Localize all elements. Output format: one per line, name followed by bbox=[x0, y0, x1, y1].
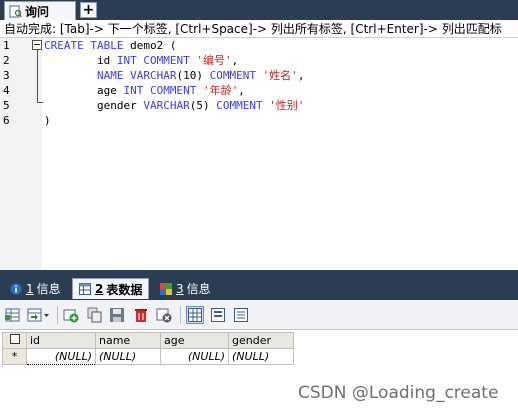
code-line[interactable]: NAME VARCHAR(10) COMMENT '姓名', bbox=[44, 68, 304, 83]
sql-text: , bbox=[231, 54, 239, 67]
code-text[interactable]: CREATE TABLE demo2 ( id INT COMMENT '编号'… bbox=[44, 38, 304, 128]
sql-text: , bbox=[238, 84, 245, 97]
sql-keyword: VARCHAR bbox=[143, 99, 190, 112]
line-number: 2 bbox=[3, 54, 10, 67]
form-view-icon[interactable] bbox=[209, 306, 227, 324]
sql-editor[interactable]: 1 2 3 4 5 6 CREATE TABLE demo2 ( id INT … bbox=[0, 38, 518, 270]
line-number: 4 bbox=[3, 84, 10, 97]
watermark: CSDN @Loading_create bbox=[298, 383, 499, 403]
sql-text: (10) bbox=[176, 69, 210, 82]
autocomplete-hint: 自动完成: [Tab]-> 下一个标签, [Ctrl+Space]-> 列出所有… bbox=[0, 20, 518, 38]
column-header-id[interactable]: id bbox=[26, 332, 96, 349]
column-header-name[interactable]: name bbox=[95, 332, 161, 349]
add-tab-button[interactable]: + bbox=[80, 2, 97, 18]
tab-label: 信息 bbox=[186, 282, 211, 296]
tab-query[interactable]: 询问 bbox=[4, 1, 76, 20]
cell-name[interactable]: (NULL) bbox=[95, 348, 161, 365]
sql-text: ) bbox=[44, 114, 51, 127]
cell-gender[interactable]: (NULL) bbox=[228, 348, 294, 365]
cell-id[interactable]: (NULL) bbox=[26, 348, 96, 365]
row-marker: * bbox=[2, 348, 27, 365]
sql-text: id bbox=[44, 54, 117, 67]
sql-keyword: INT COMMENT bbox=[123, 84, 203, 97]
line-number: 6 bbox=[3, 114, 10, 127]
info-icon bbox=[160, 282, 172, 295]
save-icon[interactable] bbox=[108, 306, 126, 324]
pane-splitter[interactable] bbox=[0, 270, 518, 277]
tab-info-3[interactable]: 3 信息 bbox=[154, 278, 217, 299]
tab-table-data[interactable]: 2 表数据 bbox=[72, 278, 150, 299]
fold-guide bbox=[37, 50, 38, 102]
code-line[interactable]: ) bbox=[44, 113, 304, 128]
query-tab-strip: 询问 + bbox=[0, 0, 518, 20]
tab-number: 1 bbox=[26, 281, 34, 296]
code-line[interactable]: age INT COMMENT '年龄', bbox=[44, 83, 304, 98]
result-toolbar bbox=[0, 300, 518, 330]
tab-label: 信息 bbox=[36, 282, 61, 296]
sql-string: '年龄' bbox=[202, 84, 239, 97]
line-number-gutter: 1 2 3 4 5 6 bbox=[0, 38, 43, 270]
cell-age[interactable]: (NULL) bbox=[160, 348, 229, 365]
toolbar-divider bbox=[180, 306, 181, 324]
import-dropdown-icon[interactable] bbox=[26, 306, 52, 324]
column-header-age[interactable]: age bbox=[160, 332, 229, 349]
sql-text: , bbox=[297, 69, 305, 82]
grid-view-icon[interactable] bbox=[186, 306, 204, 324]
code-line[interactable]: id INT COMMENT '编号', bbox=[44, 53, 304, 68]
fold-toggle-icon[interactable] bbox=[32, 40, 42, 50]
tab-number: 3 bbox=[176, 281, 184, 296]
line-number: 1 bbox=[3, 39, 10, 52]
sql-keyword: INT COMMENT bbox=[116, 54, 197, 67]
tab-number: 2 bbox=[95, 282, 104, 296]
duplicate-row-icon[interactable] bbox=[86, 306, 104, 324]
sql-string: '编号' bbox=[196, 54, 232, 67]
result-grid: id name age gender * (NULL) (NULL) (NULL… bbox=[2, 332, 294, 365]
sql-text: demo2 ( bbox=[130, 39, 177, 52]
sql-keyword: COMMENT bbox=[216, 99, 270, 112]
sql-text: gender bbox=[44, 99, 144, 112]
table-data-icon bbox=[79, 283, 91, 295]
result-tab-strip: 1 信息 2 表数据 3 信息 bbox=[0, 277, 518, 300]
toolbar-divider bbox=[57, 306, 58, 324]
grid-header-row: id name age gender bbox=[2, 332, 294, 349]
sql-keyword: NAME VARCHAR bbox=[44, 69, 177, 82]
query-icon bbox=[9, 5, 22, 18]
code-line[interactable]: CREATE TABLE demo2 ( bbox=[44, 38, 304, 53]
sql-text: (5) bbox=[189, 99, 217, 112]
select-all-checkbox[interactable] bbox=[2, 332, 27, 349]
fold-guide-end bbox=[37, 102, 43, 103]
line-number: 5 bbox=[3, 99, 10, 112]
sql-text: age bbox=[44, 84, 124, 97]
sql-keyword: CREATE TABLE bbox=[44, 39, 131, 52]
tab-label: 表数据 bbox=[106, 282, 143, 297]
info-icon bbox=[10, 283, 22, 295]
column-header-gender[interactable]: gender bbox=[228, 332, 294, 349]
code-line[interactable]: gender VARCHAR(5) COMMENT '性别' bbox=[44, 98, 304, 113]
delete-row-icon[interactable] bbox=[132, 306, 150, 324]
line-number: 3 bbox=[3, 69, 10, 82]
tab-query-label: 询问 bbox=[25, 4, 50, 19]
sql-keyword: COMMENT bbox=[209, 69, 263, 82]
sql-string: '性别' bbox=[269, 99, 305, 112]
cancel-changes-icon[interactable] bbox=[155, 306, 173, 324]
add-row-icon[interactable] bbox=[62, 306, 80, 324]
table-row[interactable]: * (NULL) (NULL) (NULL) (NULL) bbox=[2, 348, 294, 365]
tab-info-1[interactable]: 1 信息 bbox=[4, 278, 67, 299]
export-grid-icon[interactable] bbox=[4, 306, 22, 324]
text-view-icon[interactable] bbox=[232, 306, 250, 324]
sql-string: '姓名' bbox=[262, 69, 298, 82]
